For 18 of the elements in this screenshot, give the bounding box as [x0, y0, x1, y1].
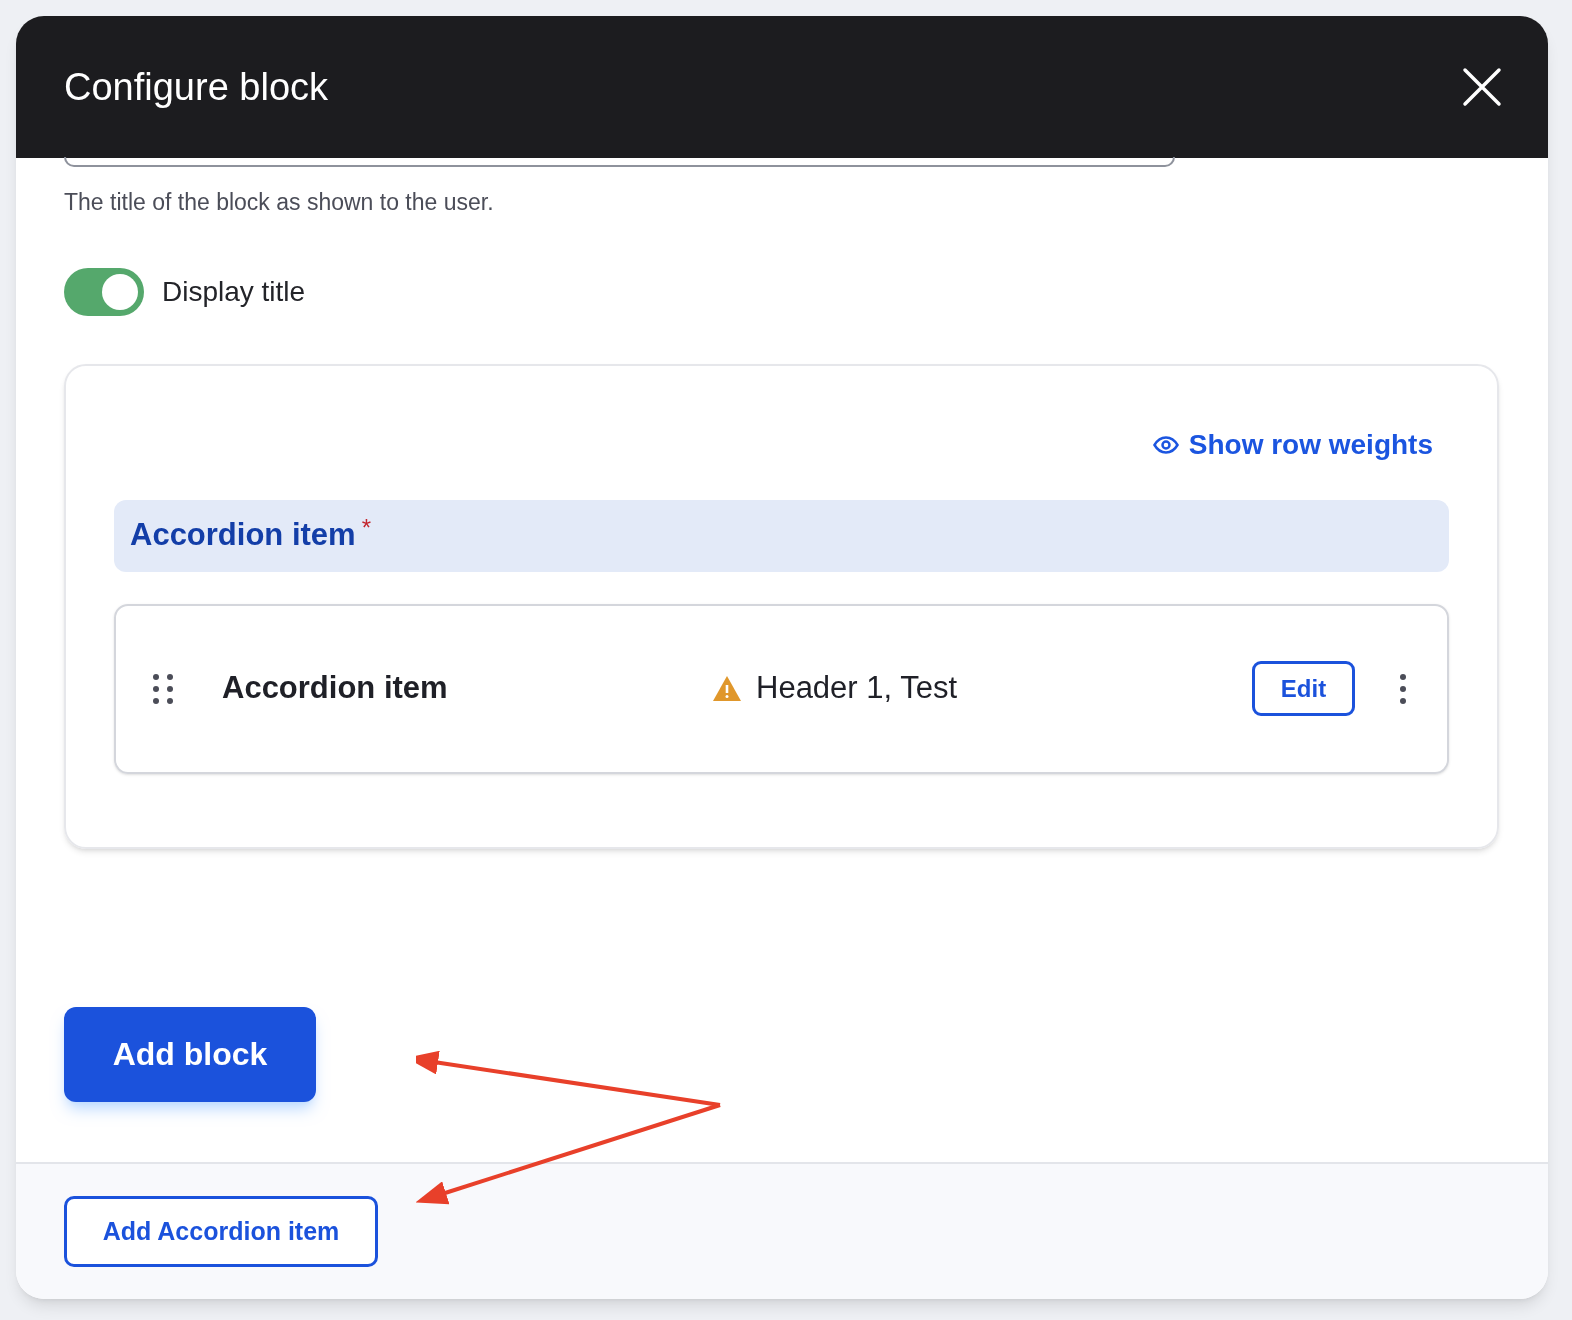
- toggle-label: Display title: [162, 274, 306, 309]
- add-accordion-item-button[interactable]: Add Accordion item: [64, 1196, 378, 1267]
- eye-icon: [1152, 435, 1179, 454]
- item-summary: Header 1, Test: [756, 669, 959, 708]
- show-row-weights-link[interactable]: Show row weights: [1152, 423, 1433, 466]
- more-options-icon[interactable]: [1399, 672, 1407, 705]
- drag-handle-icon[interactable]: [152, 672, 174, 705]
- field-description: The title of the block as shown to the user.: [64, 188, 495, 217]
- toggle-switch[interactable]: [64, 267, 144, 316]
- close-icon: [1462, 67, 1502, 107]
- dialog-title: Configure block: [64, 64, 329, 110]
- column-heading: Accordion item: [130, 516, 356, 555]
- item-title: Accordion item: [222, 669, 449, 708]
- title-input-field[interactable]: [64, 157, 1175, 167]
- add-block-button[interactable]: Add block: [64, 1006, 316, 1102]
- close-button[interactable]: [1460, 65, 1504, 109]
- required-mark: *: [361, 512, 371, 543]
- edit-button[interactable]: Edit: [1252, 661, 1355, 716]
